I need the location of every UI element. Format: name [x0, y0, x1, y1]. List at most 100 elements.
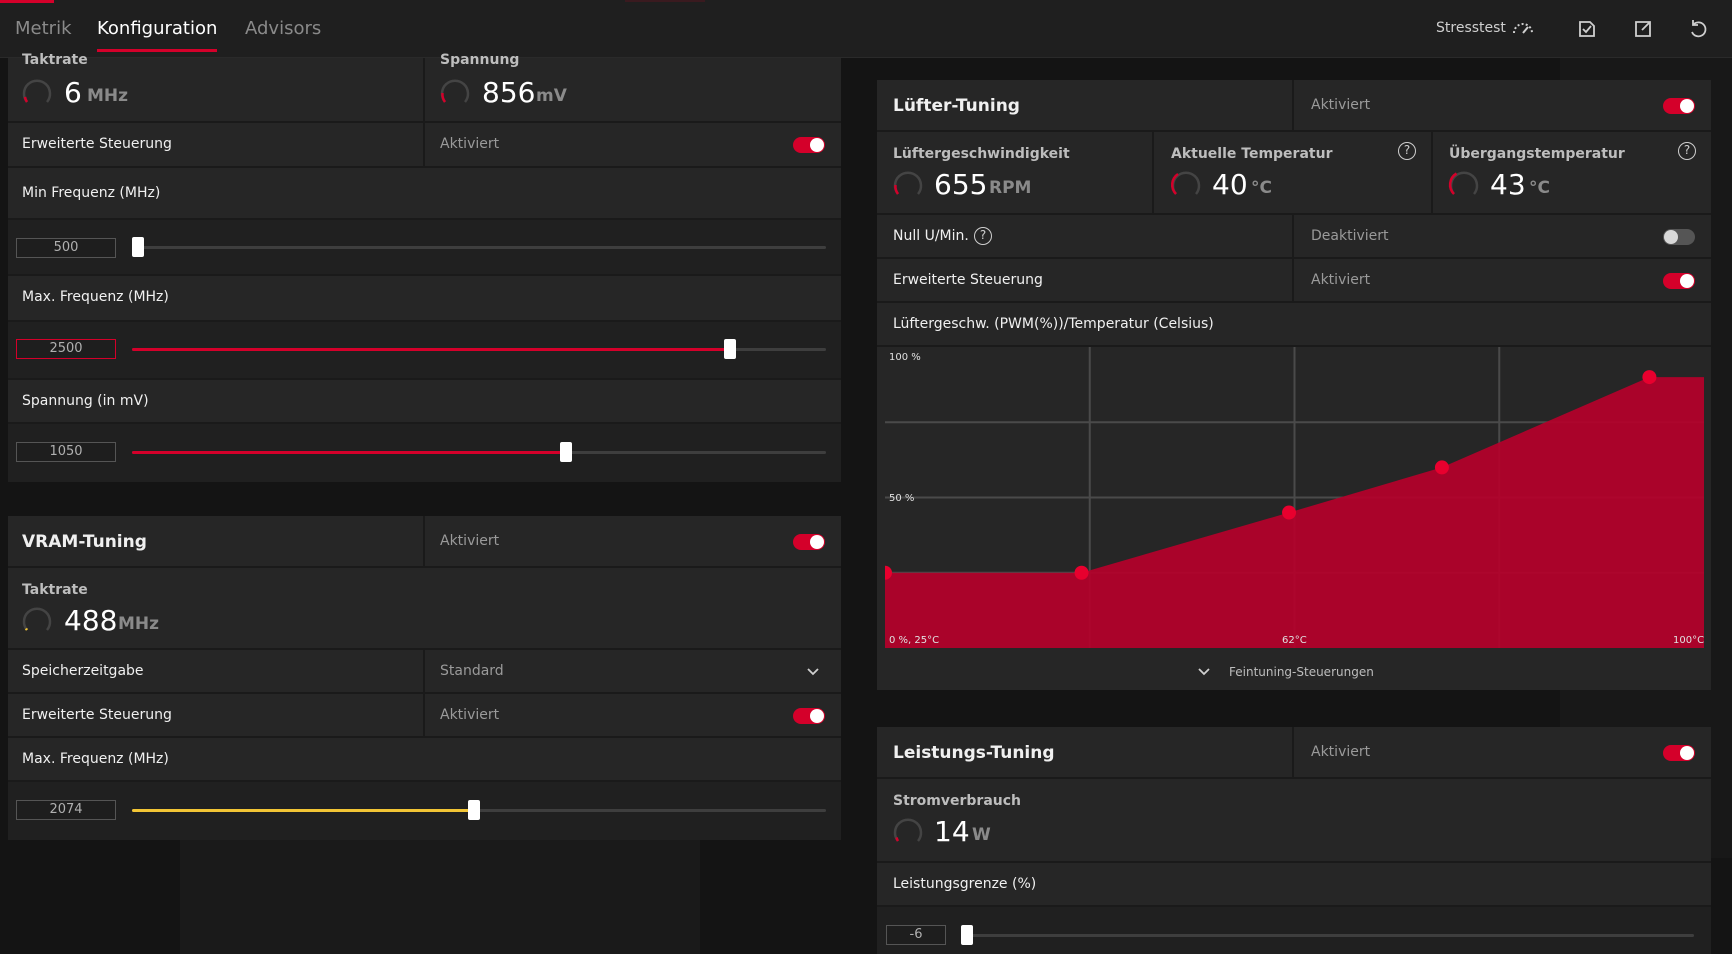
fine-tune-row[interactable]: Feintuning-Steuerungen [877, 658, 1711, 690]
gauge-icon [22, 607, 52, 631]
divider [423, 123, 425, 166]
save-profile-icon[interactable] [1575, 17, 1599, 41]
junction-temp-unit: °C [1529, 178, 1550, 198]
power-limit-label: Leistungsgrenze (%) [893, 876, 1037, 892]
fan-curve-point[interactable] [1434, 460, 1449, 475]
max-freq-thumb[interactable] [724, 339, 736, 359]
memory-timing-label: Speicherzeitgabe [22, 663, 144, 679]
fine-tune-label[interactable]: Feintuning-Steuerungen [1229, 665, 1374, 679]
max-freq-input[interactable]: 2500 [16, 339, 116, 359]
vram-timing-row: Speicherzeitgabe Standard [8, 650, 841, 694]
power-toggle[interactable] [1663, 745, 1695, 761]
vram-state: Aktiviert [440, 533, 500, 549]
vram-max-freq-input[interactable]: 2074 [16, 800, 116, 820]
fan-curve-svg[interactable] [878, 347, 1704, 648]
voltage-mv-input[interactable]: 1050 [16, 442, 116, 462]
fan-curve-label: Lüftergeschw. (PWM(%))/Temperatur (Celsi… [893, 316, 1214, 332]
vram-max-freq-label-row: Max. Frequenz (MHz) [8, 738, 841, 782]
divider [1292, 259, 1294, 301]
min-freq-slider-row: 500 [8, 220, 841, 276]
vram-max-freq-fill [132, 809, 476, 812]
power-draw-unit: W [972, 825, 991, 845]
power-limit-track[interactable] [967, 934, 1694, 937]
divider [423, 650, 425, 692]
help-icon[interactable]: ? [1678, 142, 1696, 160]
help-icon[interactable]: ? [1398, 142, 1416, 160]
power-title: Leistungs-Tuning [893, 743, 1055, 763]
x-tick-label: 62°C [1282, 635, 1307, 646]
gauge-icon [440, 79, 470, 103]
clock-value: 6 [64, 76, 82, 109]
max-freq-fill [132, 348, 732, 351]
vram-toggle[interactable] [793, 534, 825, 550]
voltage-fill [132, 451, 568, 454]
vram-max-freq-thumb[interactable] [468, 800, 480, 820]
help-icon[interactable]: ? [974, 227, 992, 245]
export-icon[interactable] [1631, 17, 1655, 41]
fan-metrics-row: Lüftergeschwindigkeit 655 RPM Aktuelle T… [877, 132, 1711, 215]
min-freq-track[interactable] [132, 246, 826, 249]
speedometer-icon[interactable] [1511, 17, 1535, 41]
vram-advanced-label: Erweiterte Steuerung [22, 707, 172, 723]
y-tick-label: 100 % [889, 352, 921, 363]
voltage-thumb[interactable] [560, 442, 572, 462]
stresstest-label[interactable]: Stresstest [1436, 20, 1506, 36]
vram-max-freq-slider-row: 2074 [8, 782, 841, 840]
tab-metrik[interactable]: Metrik [15, 18, 72, 39]
vram-clock-row: Taktrate 488 MHz [8, 568, 841, 650]
fan-curve-point[interactable] [1642, 370, 1657, 385]
fan-title: Lüfter-Tuning [893, 96, 1020, 116]
fan-curve-point[interactable] [1282, 505, 1297, 520]
accent-mark [0, 0, 54, 3]
zero-rpm-state: Deaktiviert [1311, 228, 1389, 244]
max-freq-slider-row: 2500 [8, 322, 841, 380]
min-freq-input[interactable]: 500 [16, 238, 116, 258]
zero-rpm-toggle[interactable] [1663, 229, 1695, 245]
min-freq-label: Min Frequenz (MHz) [22, 185, 161, 201]
fan-advanced-toggle[interactable] [1663, 273, 1695, 289]
fan-curve-chart[interactable]: 100 % 50 % 0 %, 25°C 62°C 100°C [878, 347, 1705, 648]
fan-state: Aktiviert [1311, 97, 1371, 113]
zero-rpm-row: Null U/Min. ? Deaktiviert [877, 215, 1711, 259]
tab-advisors[interactable]: Advisors [245, 18, 321, 39]
reset-icon[interactable] [1686, 17, 1710, 41]
memory-timing-value[interactable]: Standard [440, 663, 504, 679]
y-tick-label: 50 % [889, 493, 915, 504]
divider [423, 516, 425, 566]
gauge-icon [22, 79, 52, 103]
power-limit-thumb[interactable] [961, 925, 973, 945]
fan-speed-label: Lüftergeschwindigkeit [893, 146, 1070, 162]
divider [423, 58, 425, 121]
power-draw-value: 14 [934, 815, 970, 848]
voltage-unit: mV [536, 86, 567, 106]
fan-curve-point[interactable] [1074, 565, 1089, 580]
x-tick-label: 100°C [1673, 635, 1705, 646]
min-freq-label-row: Min Frequenz (MHz) [8, 168, 841, 220]
fan-speed-unit: RPM [989, 178, 1032, 198]
max-freq-label: Max. Frequenz (MHz) [22, 289, 169, 305]
current-temp-unit: °C [1251, 178, 1272, 198]
background-shape [180, 840, 700, 954]
fan-curve-label-row: Lüftergeschw. (PWM(%))/Temperatur (Celsi… [877, 303, 1711, 347]
chevron-down-icon[interactable] [805, 664, 821, 680]
fan-advanced-state: Aktiviert [1311, 272, 1371, 288]
junction-temp-value: 43 [1490, 168, 1526, 201]
divider [1292, 80, 1294, 130]
vram-max-freq-label: Max. Frequenz (MHz) [22, 751, 169, 767]
advanced-control-label: Erweiterte Steuerung [22, 136, 172, 152]
advanced-control-toggle[interactable] [793, 137, 825, 153]
voltage-value: 856 [482, 76, 536, 109]
tab-konfiguration[interactable]: Konfiguration [97, 18, 218, 52]
voltage-label: Spannung [440, 52, 520, 68]
power-limit-slider-row: -6 [877, 907, 1711, 954]
power-limit-label-row: Leistungsgrenze (%) [877, 863, 1711, 907]
chevron-down-icon[interactable] [1196, 664, 1212, 680]
vram-advanced-toggle[interactable] [793, 708, 825, 724]
min-freq-thumb[interactable] [132, 237, 144, 257]
vram-header-row: VRAM-Tuning Aktiviert [8, 516, 841, 568]
gauge-icon [893, 818, 923, 842]
power-limit-input[interactable]: -6 [886, 925, 946, 945]
x-tick-label: 0 %, 25°C [889, 635, 940, 646]
voltage-label-row: Spannung (in mV) [8, 380, 841, 424]
fan-toggle[interactable] [1663, 98, 1695, 114]
